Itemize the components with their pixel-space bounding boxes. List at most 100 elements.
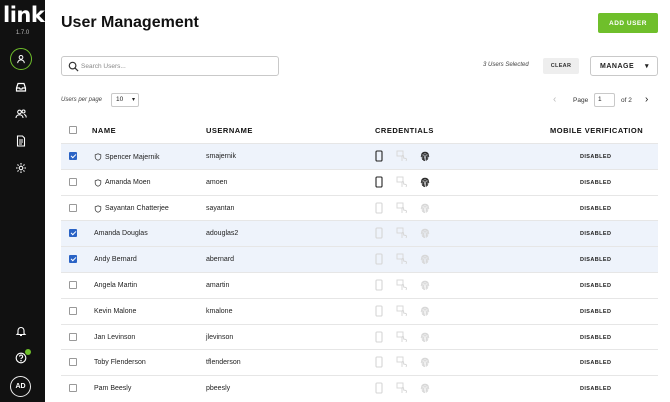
fingerprint-icon <box>420 177 430 187</box>
table-body: Spencer Majernik smajernik DISABLED Aman… <box>61 143 658 401</box>
fingerprint-credential <box>418 149 432 163</box>
user-name-cell[interactable]: Kevin Malone <box>94 308 136 315</box>
username-cell: smajernik <box>206 153 236 160</box>
fingerprint-credential <box>418 381 432 395</box>
touch-icon <box>396 176 407 187</box>
row-checkbox[interactable] <box>69 384 77 393</box>
column-header-mobile-verification[interactable]: MOBILE VERIFICATION <box>550 126 643 135</box>
table-header: NAME USERNAME CREDENTIALS MOBILE VERIFIC… <box>61 117 658 143</box>
manage-dropdown[interactable]: MANAGE ▾ <box>590 56 658 76</box>
row-checkbox[interactable] <box>69 229 77 238</box>
per-page-select[interactable]: 10 ▾ <box>111 93 139 107</box>
select-all-checkbox[interactable] <box>69 126 77 134</box>
sidebar-item-profile[interactable] <box>10 48 32 70</box>
phone-credential <box>372 175 386 189</box>
column-header-credentials[interactable]: CREDENTIALS <box>375 126 434 135</box>
fingerprint-icon <box>420 229 430 239</box>
table-row[interactable]: Jan Levinson jlevinson DISABLED <box>61 323 658 350</box>
sidebar-item-users[interactable] <box>11 104 31 124</box>
phone-credential <box>372 226 386 240</box>
table-row[interactable]: Spencer Majernik smajernik DISABLED <box>61 143 658 169</box>
table-row[interactable]: Toby Flenderson tflenderson DISABLED <box>61 349 658 375</box>
bell-icon <box>15 327 27 337</box>
touch-credential <box>395 149 409 163</box>
add-user-button[interactable]: ADD USER <box>598 13 658 33</box>
page-input[interactable]: 1 <box>594 93 615 107</box>
user-name-cell[interactable]: Andy Bernard <box>94 256 137 263</box>
username-cell: tflenderson <box>206 359 241 367</box>
user-name-cell[interactable]: Jan Levinson <box>94 334 135 341</box>
row-checkbox[interactable] <box>69 255 77 264</box>
row-checkbox[interactable] <box>69 306 77 315</box>
fingerprint-icon <box>420 254 430 265</box>
table-row[interactable]: Amanda Moen amoen DISABLED <box>61 168 658 195</box>
fingerprint-credential <box>418 355 432 369</box>
search-box <box>61 56 279 76</box>
row-checkbox[interactable] <box>69 280 77 289</box>
touch-credential <box>395 226 409 240</box>
user-name: Jan Levinson <box>94 333 136 341</box>
user-name-cell[interactable]: Angela Martin <box>94 282 137 289</box>
fingerprint-credential <box>418 201 432 215</box>
row-checkbox[interactable] <box>69 358 77 367</box>
chevron-down-icon: ▾ <box>644 63 649 70</box>
table-row[interactable]: Sayantan Chatterjee sayantan DISABLED <box>61 194 658 221</box>
touch-icon <box>396 356 407 368</box>
row-checkbox[interactable] <box>69 177 77 186</box>
username-cell: amartin <box>206 281 230 289</box>
table-row[interactable]: Kevin Malone kmalone DISABLED <box>61 297 658 324</box>
touch-icon <box>396 227 407 239</box>
row-checkbox[interactable] <box>69 203 77 212</box>
phone-credential <box>372 201 386 215</box>
table-row[interactable]: Pam Beesly pbeesly DISABLED <box>61 375 658 401</box>
sidebar-item-settings[interactable] <box>11 158 31 178</box>
user-name-cell[interactable]: Pam Beesly <box>94 385 131 392</box>
profile-icon <box>17 54 25 64</box>
phone-credential <box>372 149 386 163</box>
user-name: Kevin Malone <box>94 307 137 315</box>
phone-icon <box>375 356 383 368</box>
clear-selection-button[interactable]: CLEAR <box>543 58 579 74</box>
sidebar-item-inbox[interactable] <box>11 77 31 97</box>
app-version: 1.7.0 <box>15 30 30 36</box>
user-name-cell[interactable]: Toby Flenderson <box>94 359 146 366</box>
phone-credential <box>372 355 386 369</box>
inbox-icon <box>15 82 27 92</box>
column-header-username[interactable]: USERNAME <box>206 126 253 135</box>
touch-credential <box>395 278 409 292</box>
next-page-button[interactable]: › <box>645 94 648 105</box>
sidebar-item-notifications[interactable] <box>11 321 31 341</box>
username-cell: sayantan <box>206 204 235 212</box>
search-input[interactable] <box>81 58 271 74</box>
chevron-down-icon: ▾ <box>131 97 135 103</box>
row-checkbox[interactable] <box>69 332 77 341</box>
status-badge: DISABLED <box>580 386 612 393</box>
phone-credential <box>372 330 386 344</box>
touch-icon <box>396 305 407 316</box>
user-name-cell[interactable]: Amanda Douglas <box>94 230 148 237</box>
username-cell: kmalone <box>206 307 233 315</box>
prev-page-button[interactable]: ‹ <box>553 94 556 105</box>
username-cell: adouglas2 <box>206 230 239 238</box>
touch-credential <box>395 201 409 215</box>
fingerprint-credential <box>418 330 432 344</box>
sidebar-item-documents[interactable] <box>11 131 31 151</box>
user-name: Angela Martin <box>94 281 138 289</box>
user-name-cell[interactable]: Sayantan Chatterjee <box>94 204 169 213</box>
table-row[interactable]: Amanda Douglas adouglas2 DISABLED <box>61 220 658 247</box>
table-row[interactable]: Andy Bernard abernard DISABLED <box>61 246 658 272</box>
fingerprint-icon <box>420 383 430 394</box>
username-cell: abernard <box>206 256 235 264</box>
page-title: User Management <box>61 14 199 31</box>
user-name-cell[interactable]: Spencer Majernik <box>94 153 159 161</box>
username-cell: pbeesly <box>206 385 231 393</box>
table-row[interactable]: Angela Martin amartin DISABLED <box>61 271 658 298</box>
user-name-cell[interactable]: Amanda Moen <box>94 179 151 187</box>
touch-icon <box>396 382 407 394</box>
status-badge: DISABLED <box>580 334 612 341</box>
shield-icon <box>94 153 102 161</box>
row-checkbox[interactable] <box>69 152 77 160</box>
column-header-name[interactable]: NAME <box>92 126 116 135</box>
avatar[interactable]: AD <box>10 376 31 397</box>
phone-credential <box>372 252 386 266</box>
